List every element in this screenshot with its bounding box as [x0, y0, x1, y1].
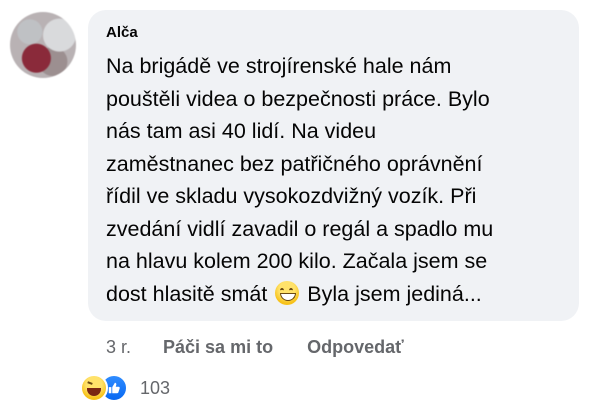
comment-text-line-last: dost hlasitě smát Byla jsem jediná... — [106, 278, 566, 311]
reply-button[interactable]: Odpovedať — [307, 337, 404, 358]
comment-text-line: řídil ve skladu vysokozdvižný vozík. Při — [106, 184, 477, 208]
avatar[interactable] — [10, 12, 76, 78]
comment-author[interactable]: Alča — [106, 24, 138, 41]
comment-text-line: Na brigádě ve strojírenské hale nám — [106, 54, 452, 78]
comment-text-line: zaměstnanec bez patřičného oprávnění — [106, 151, 483, 176]
reactions-summary[interactable]: 103 — [80, 374, 170, 402]
haha-reaction-icon — [80, 374, 108, 402]
comment-timestamp[interactable]: 3 r. — [106, 337, 131, 358]
comment-text: Na brigádě ve strojírenské hale nám pouš… — [106, 50, 566, 310]
reaction-count: 103 — [140, 377, 171, 398]
like-button[interactable]: Páči sa mi to — [163, 337, 273, 358]
grinning-face-icon — [275, 280, 300, 305]
comment-text-line: pouštěli videa o bezpečnosti práce. Bylo — [106, 86, 490, 111]
comment-text-line: zvedání vidlí zavadil o regál a spadlo m… — [106, 216, 494, 241]
comment-bubble: Alča Na brigádě ve strojírenské hale nám… — [88, 10, 579, 321]
comment-text-line: na hlavu kolem 200 kilo. Začala jsem se — [106, 249, 488, 273]
comment-text-segment: dost hlasitě smát — [106, 281, 268, 306]
comment-text-segment: Byla jsem jediná... — [307, 281, 482, 306]
comment-actions: 3 r. Páči sa mi to Odpovedať — [106, 337, 404, 358]
comment-text-line: nás tam asi 40 lidí. Na videu — [106, 119, 377, 143]
